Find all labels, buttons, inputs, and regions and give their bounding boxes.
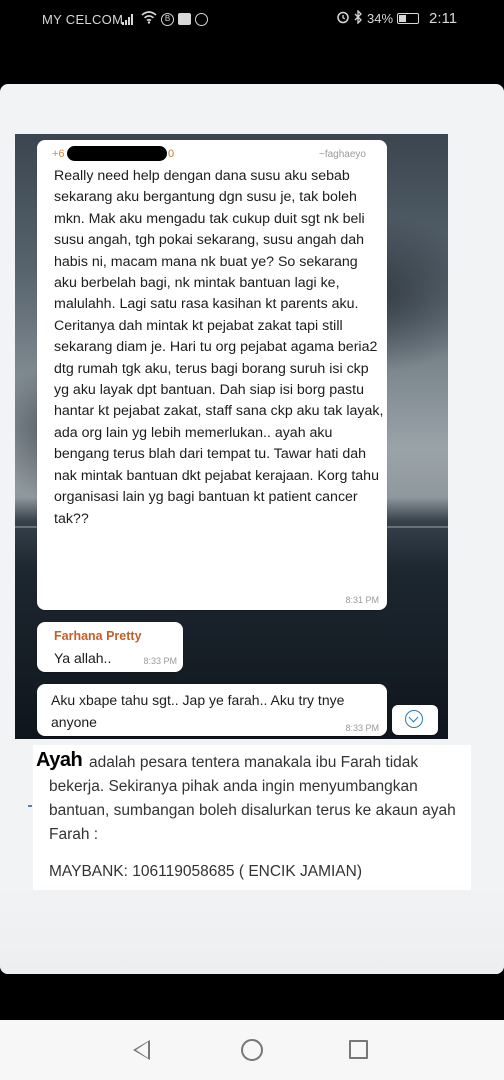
article-text: adalah pesara tentera manakala ibu Farah… <box>49 754 456 843</box>
chat-message: Farhana Pretty Ya allah.. 8:33 PM <box>37 622 183 672</box>
message-time: 8:33 PM <box>143 656 177 666</box>
battery-icon <box>397 13 420 24</box>
frame-fade <box>0 884 504 974</box>
chat-message: +6 0 ~faghaeyo Really need help dengan d… <box>37 140 387 610</box>
back-icon-inner <box>136 1042 148 1058</box>
carrier-name: MY CELCOM <box>42 12 124 27</box>
message-text: Aku xbape tahu sgt.. Jap ye farah.. Aku … <box>51 692 345 730</box>
chat-message: Aku xbape tahu sgt.. Jap ye farah.. Aku … <box>37 684 387 736</box>
chat-screenshot: +6 0 ~faghaeyo Really need help dengan d… <box>15 134 448 739</box>
alarm-icon <box>336 10 350 27</box>
message-text: Really need help dengan dana susu aku se… <box>54 168 384 527</box>
navigation-bar <box>0 1020 504 1080</box>
message-sender-suffix: 0 <box>168 148 175 160</box>
message-alias: ~faghaeyo <box>319 149 366 160</box>
notification-icons: B <box>122 10 208 28</box>
clock: 2:11 <box>429 10 458 27</box>
image-viewer: +6 0 ~faghaeyo Really need help dengan d… <box>0 84 504 974</box>
message-time: 8:33 PM <box>345 723 379 733</box>
message-time: 8:31 PM <box>345 595 379 605</box>
divider-dash <box>28 805 32 807</box>
message-text: Ya allah.. <box>54 650 112 666</box>
b-notification-icon: B <box>161 12 174 26</box>
chrome-icon <box>195 12 208 26</box>
home-icon[interactable] <box>241 1039 263 1061</box>
bank-account-line: MAYBANK: 106119058685 ( ENCIK JAMIAN) <box>49 863 363 880</box>
message-sender: Farhana Pretty <box>54 629 142 643</box>
redacted-number <box>67 146 167 161</box>
recent-apps-icon[interactable] <box>349 1040 368 1059</box>
signal-icon <box>122 13 133 25</box>
scroll-down-button[interactable] <box>392 705 438 735</box>
status-bar: MY CELCOM B 34% 2:11 <box>0 0 504 42</box>
battery-percent: 34% <box>367 11 394 26</box>
bluetooth-icon <box>354 9 363 27</box>
message-sender-prefix: +6 <box>52 148 65 160</box>
status-right: 34% 2:11 <box>336 9 458 27</box>
article-snippet: Ayah adalah pesara tentera manakala ibu … <box>33 745 471 890</box>
wifi-icon <box>141 11 157 27</box>
gallery-icon <box>178 13 191 25</box>
